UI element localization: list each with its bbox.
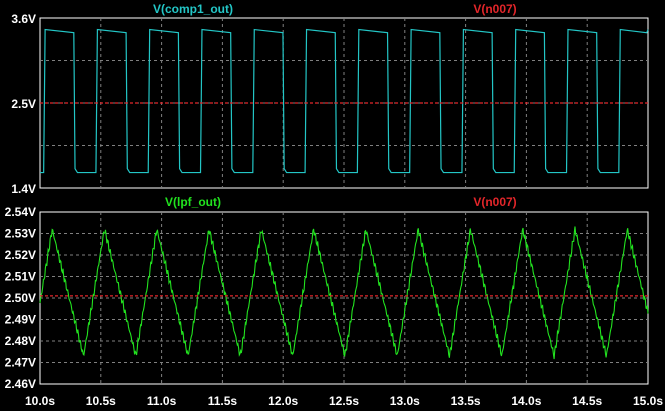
trace-label-comp1-out[interactable]: V(comp1_out) bbox=[153, 2, 233, 16]
pane-bottom-grid bbox=[40, 212, 648, 384]
x-tick: 12.5s bbox=[329, 394, 359, 408]
x-tick: 10.5s bbox=[86, 394, 116, 408]
x-tick: 13.5s bbox=[451, 394, 481, 408]
y-tick-bottom: 2.53V bbox=[5, 227, 36, 241]
y-tick-top-2-5v: 2.5V bbox=[11, 97, 36, 111]
x-tick: 11.0s bbox=[147, 394, 177, 408]
waveform-viewer[interactable]: V(comp1_out) V(n007) 3.6V 2.5V 1.4V V(lp… bbox=[0, 0, 665, 411]
trace-label-lpf-out[interactable]: V(lpf_out) bbox=[165, 195, 221, 209]
x-tick: 10.0s bbox=[25, 394, 55, 408]
x-tick: 11.5s bbox=[208, 394, 238, 408]
y-tick-top-1-4v: 1.4V bbox=[11, 182, 36, 196]
y-tick-bottom: 2.52V bbox=[5, 248, 36, 262]
y-tick-bottom: 2.54V bbox=[5, 205, 36, 219]
y-tick-bottom: 2.50V bbox=[5, 291, 36, 305]
y-tick-top-3-6v: 3.6V bbox=[11, 12, 36, 26]
y-tick-bottom: 2.47V bbox=[5, 356, 36, 370]
x-tick: 13.0s bbox=[390, 394, 420, 408]
y-tick-bottom: 2.49V bbox=[5, 313, 36, 327]
y-tick-bottom: 2.46V bbox=[5, 377, 36, 391]
pane-bottom-y-ticks: 2.54V 2.53V 2.52V 2.51V 2.50V 2.49V 2.48V 2.47V… bbox=[5, 205, 36, 391]
x-tick: 14.5s bbox=[572, 394, 602, 408]
y-tick-bottom: 2.51V bbox=[5, 270, 36, 284]
pane-bottom[interactable]: V(lpf_out) V(n007) 2.54V2.53V2.52V2.51V2… bbox=[5, 195, 649, 391]
pane-top[interactable]: V(comp1_out) V(n007) 3.6V 2.5V 1.4V bbox=[11, 2, 649, 196]
trace-label-n007-bottom[interactable]: V(n007) bbox=[473, 195, 516, 209]
x-tick: 14.0s bbox=[511, 394, 541, 408]
y-tick-bottom: 2.48V bbox=[5, 334, 36, 348]
x-tick: 15.0s bbox=[633, 394, 663, 408]
trace-label-n007-top[interactable]: V(n007) bbox=[473, 2, 516, 16]
x-tick: 12.0s bbox=[268, 394, 298, 408]
x-axis-ticks: 10.0s 10.5s 11.0s 11.5s 12.0s 12.5s 13.0s 13.5s… bbox=[25, 394, 663, 408]
